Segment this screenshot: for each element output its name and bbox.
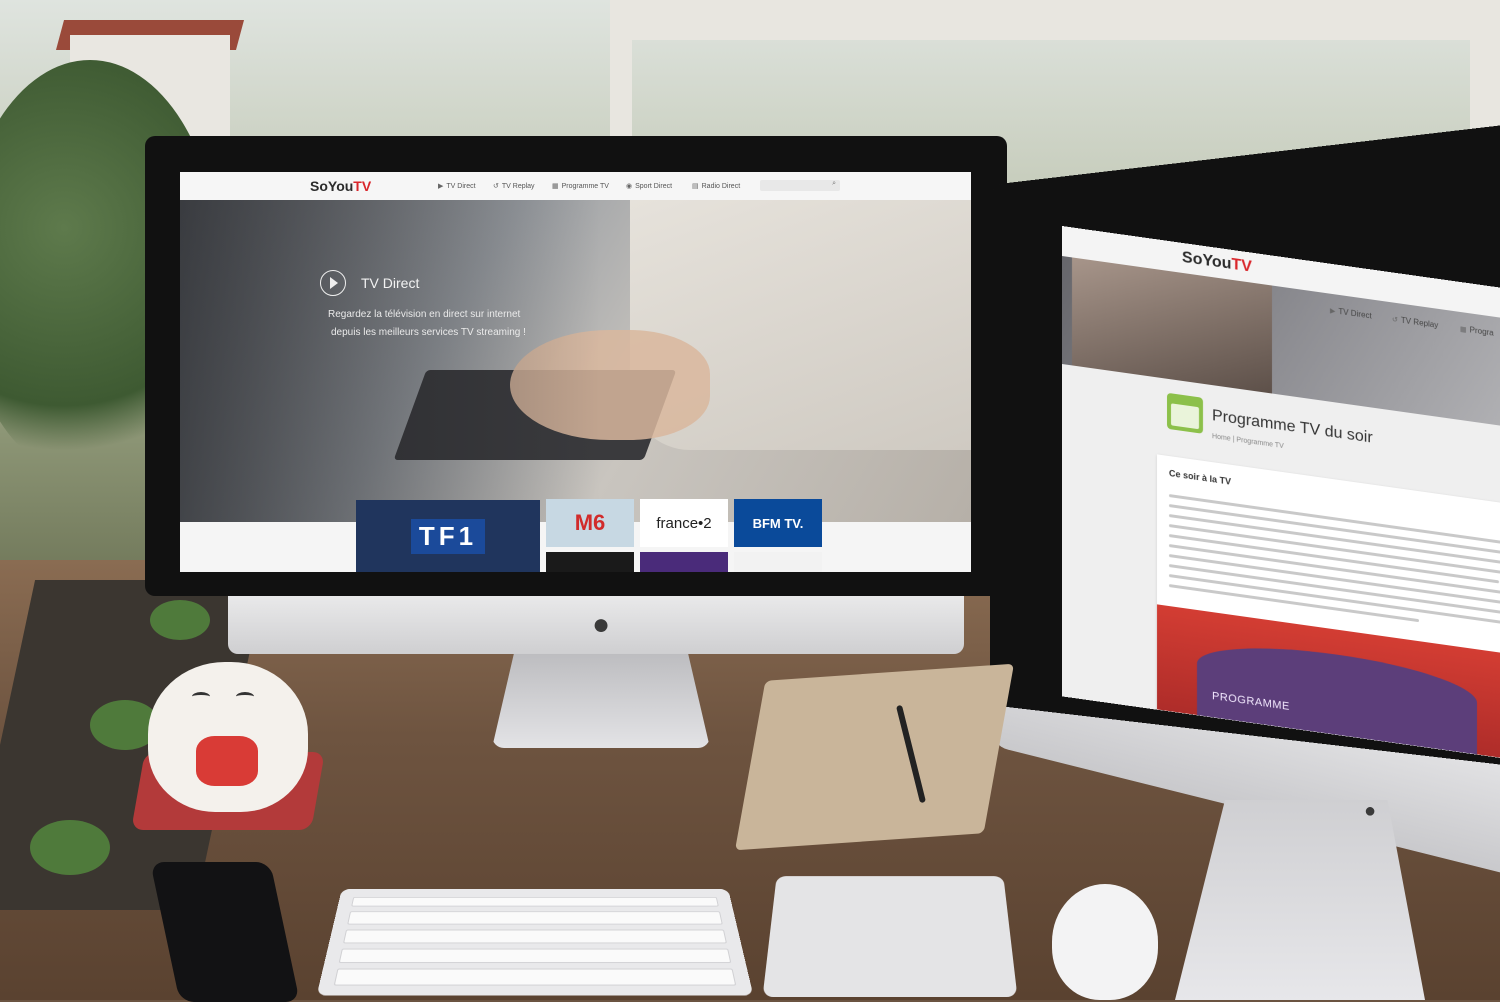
site-logo[interactable]: SoYouTV (1182, 249, 1252, 277)
breadcrumb-current: Programme TV (1236, 436, 1284, 451)
content-card: Ce soir à la TV PROGRAMME (1157, 454, 1500, 761)
plant (150, 600, 210, 640)
calendar-icon: ▦ (1460, 325, 1467, 334)
replay-icon: ↺ (493, 183, 499, 190)
paragraph-line (1169, 534, 1499, 584)
channel-tile-bfmtv[interactable]: BFM TV. (734, 499, 822, 547)
cat-eye (192, 692, 210, 701)
cat-eye (236, 692, 254, 701)
hero-title: TV Direct (361, 275, 420, 291)
calendar-icon: ▦ (552, 183, 559, 190)
key-row (347, 911, 723, 925)
replay-icon: ↺ (1392, 316, 1398, 325)
key-row (333, 968, 737, 986)
logo-accent: TV (353, 178, 372, 194)
channel-tile[interactable] (734, 552, 822, 572)
hero-dark-overlay (180, 200, 600, 522)
calendar-icon (1167, 392, 1203, 434)
channel-tile[interactable] (546, 552, 634, 572)
nav-item-tv-direct[interactable]: ▶ TV Direct (438, 182, 476, 190)
search-icon: ⌕ (832, 180, 836, 187)
channel-tile-france2[interactable]: france•2 (640, 499, 728, 547)
notebook (734, 663, 1015, 851)
logo-text: SoYou (310, 178, 354, 194)
breadcrumb: Home | Programme TV (1212, 433, 1284, 450)
apple-logo-icon: ● (1364, 800, 1377, 822)
section-heading: Ce soir à la TV (1169, 468, 1232, 487)
site-logo[interactable]: SoYouTV (310, 178, 371, 194)
ball-icon: ◉ (626, 183, 633, 190)
logo-text: SoYou (1182, 248, 1232, 273)
trackpad (762, 876, 1018, 997)
hero-subtitle-line1: Regardez la télévision en direct sur int… (328, 309, 521, 320)
apple-logo-icon: ● (592, 608, 611, 641)
play-circle-icon (320, 270, 346, 296)
search-input[interactable]: ⌕ (760, 180, 840, 191)
window-frame-top (610, 0, 1500, 40)
play-icon: ▶ (1330, 307, 1336, 316)
channel-tile[interactable] (640, 552, 728, 572)
keyboard (316, 889, 754, 996)
imac-left-stand (492, 654, 710, 748)
nav-item-programme-tv[interactable]: ▦ Programme TV (552, 182, 609, 190)
cat-belly (196, 736, 258, 786)
breadcrumb-separator: | (1232, 435, 1235, 444)
radio-icon: ▤ (692, 183, 699, 190)
nav-item-tv-replay[interactable]: ↺ TV Replay (493, 182, 535, 190)
play-icon: ▶ (438, 183, 444, 190)
nav-item-radio-direct[interactable]: ▤ Radio Direct (692, 182, 740, 190)
logo-accent: TV (1231, 255, 1252, 276)
plant (30, 820, 110, 875)
nav-item-sport-direct[interactable]: ◉ Sport Direct (626, 182, 672, 190)
hero-subtitle-line2: depuis les meilleurs services TV streami… (331, 327, 526, 338)
channel-tile-m6[interactable]: M6 (546, 499, 634, 547)
channel-tile-tf1[interactable]: TF1 (356, 500, 540, 572)
mouse (1052, 884, 1158, 1000)
key-row (343, 929, 727, 944)
top-navigation: SoYouTV ▶ TV Direct ↺ TV Replay ▦ Programme… (180, 172, 971, 201)
screen-left: SoYouTV ▶ TV Direct ↺ TV Replay ▦ Programme… (180, 172, 971, 572)
screen-right: SoYouTV ▶ TV Direct ↺ TV Replay ▦ Progra Pr… (1062, 226, 1500, 761)
key-row (338, 948, 732, 964)
key-row (351, 896, 719, 907)
breadcrumb-home-link[interactable]: Home (1212, 433, 1231, 443)
